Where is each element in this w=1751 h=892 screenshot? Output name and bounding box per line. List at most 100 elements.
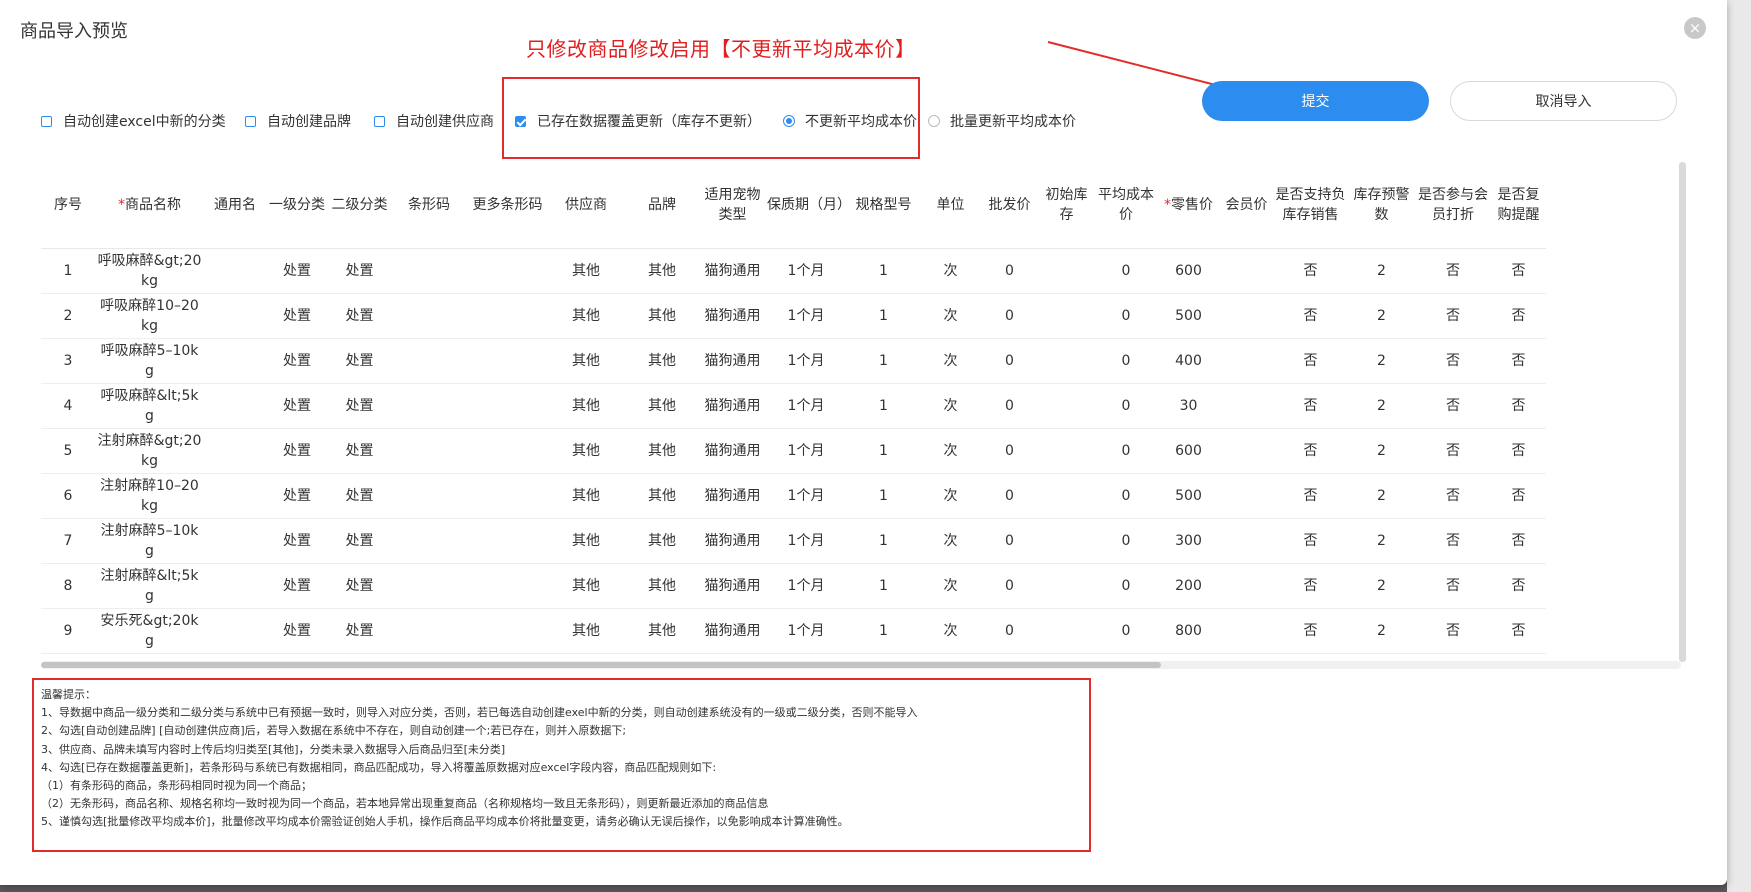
column-header-retail: *零售价 bbox=[1157, 162, 1220, 249]
cell-init_stock bbox=[1038, 563, 1095, 609]
horizontal-scrollbar[interactable] bbox=[41, 661, 1681, 669]
table-row[interactable]: 5 注射麻醉&gt;20kg 处置 处置 其他 其他 猫狗通用 1个月 1 次 0 0 600 否 2 否否 bbox=[41, 428, 1546, 474]
cell-member_disc: 否 bbox=[1415, 473, 1491, 519]
cell-barcode bbox=[391, 428, 467, 474]
cell-idx: 5 bbox=[41, 428, 95, 474]
tips-line: （2）无条形码，商品名称、规格名称均一致时视为同一个商品，若本地异常出现重复商品… bbox=[41, 797, 769, 811]
cell-warn: 2 bbox=[1348, 608, 1415, 654]
cell-retail: 500 bbox=[1157, 293, 1220, 339]
cell-repurchase: 否 bbox=[1491, 473, 1546, 519]
column-header-label: 一级分类 bbox=[269, 197, 325, 213]
checkbox-auto-supplier[interactable] bbox=[374, 115, 385, 127]
column-header-label: 适用宠物类型 bbox=[704, 187, 761, 223]
cell-supplier: 其他 bbox=[548, 338, 624, 384]
table-row[interactable]: 7 注射麻醉5–10kg 处置 处置 其他 其他 猫狗通用 1个月 1 次 0 0 300 否 2 否否 bbox=[41, 518, 1546, 564]
close-icon[interactable]: × bbox=[1684, 17, 1706, 39]
option-auto-brand[interactable]: 自动创建品牌 bbox=[245, 111, 351, 131]
cell-cat2: 处置 bbox=[328, 473, 391, 519]
column-header-member: 会员价 bbox=[1220, 162, 1273, 249]
cell-warn: 2 bbox=[1348, 248, 1415, 294]
submit-button[interactable]: 提交 bbox=[1202, 81, 1429, 121]
cell-wholesale: 0 bbox=[981, 473, 1038, 519]
cell-cat2: 处置 bbox=[328, 608, 391, 654]
annotation-text: 只修改商品修改启用【不更新平均成本价】 bbox=[526, 37, 916, 61]
cell-supplier: 其他 bbox=[548, 473, 624, 519]
checkbox-auto-brand[interactable] bbox=[245, 115, 256, 127]
cell-wholesale: 0 bbox=[981, 428, 1038, 474]
vertical-scrollbar-thumb[interactable] bbox=[1679, 162, 1686, 662]
cell-shelf_life: 1个月 bbox=[765, 473, 847, 519]
cell-barcode bbox=[391, 338, 467, 384]
cell-retail: 200 bbox=[1157, 563, 1220, 609]
cell-avg_cost: 0 bbox=[1095, 248, 1157, 294]
column-header-shelf_life: 保质期（月） bbox=[765, 162, 851, 249]
cell-retail: 600 bbox=[1157, 248, 1220, 294]
cell-warn: 2 bbox=[1348, 293, 1415, 339]
column-header-label: 序号 bbox=[54, 197, 82, 213]
option-batch-update-cost[interactable]: 批量更新平均成本价 bbox=[928, 111, 1076, 131]
cell-cat2: 处置 bbox=[328, 293, 391, 339]
tips-line: 1、导数据中商品一级分类和二级分类与系统中已有预据一致时，则导入对应分类，否则，… bbox=[41, 706, 918, 720]
table-row[interactable]: 9 安乐死&gt;20kg 处置 处置 其他 其他 猫狗通用 1个月 1 次 0 0 800 否 2 否否 bbox=[41, 608, 1546, 654]
table-row[interactable]: 4 呼吸麻醉&lt;5kg 处置 处置 其他 其他 猫狗通用 1个月 1 次 0 0 30 否 2 否否 bbox=[41, 383, 1546, 429]
option-label: 不更新平均成本价 bbox=[805, 114, 917, 130]
cell-wholesale: 0 bbox=[981, 608, 1038, 654]
cell-pet_type: 猫狗通用 bbox=[700, 428, 765, 474]
option-label: 批量更新平均成本价 bbox=[950, 114, 1076, 130]
cell-retail: 800 bbox=[1157, 608, 1220, 654]
cell-unit: 次 bbox=[920, 248, 981, 294]
table-row[interactable]: 3 呼吸麻醉5–10kg 处置 处置 其他 其他 猫狗通用 1个月 1 次 0 0 400 否 2 否否 bbox=[41, 338, 1546, 384]
cell-warn: 2 bbox=[1348, 563, 1415, 609]
option-no-update-cost[interactable]: 不更新平均成本价 bbox=[783, 111, 917, 131]
radio-no-update-cost[interactable] bbox=[783, 115, 795, 127]
option-auto-category[interactable]: 自动创建excel中新的分类 bbox=[41, 111, 226, 131]
cell-init_stock bbox=[1038, 518, 1095, 564]
cell-cat2: 处置 bbox=[328, 248, 391, 294]
cell-spec: 1 bbox=[847, 428, 920, 474]
cell-name: 注射麻醉&gt;20kg bbox=[95, 428, 204, 474]
cell-neg_stock: 否 bbox=[1273, 293, 1348, 339]
checkbox-overwrite-existing[interactable] bbox=[515, 115, 526, 127]
cell-member bbox=[1220, 248, 1273, 294]
radio-batch-update-cost[interactable] bbox=[928, 115, 940, 127]
column-header-label: 品牌 bbox=[648, 197, 676, 213]
column-header-repurchase: 是否复购提醒 bbox=[1491, 162, 1546, 249]
table-row[interactable]: 1 呼吸麻醉&gt;20kg 处置 处置 其他 其他 猫狗通用 1个月 1 次 0 0 600 否 2 否否 bbox=[41, 248, 1546, 294]
checkbox-auto-category[interactable] bbox=[41, 115, 52, 127]
cell-avg_cost: 0 bbox=[1095, 428, 1157, 474]
cell-name: 注射麻醉5–10kg bbox=[95, 518, 204, 564]
column-header-pet_type: 适用宠物类型 bbox=[700, 162, 765, 249]
vertical-scrollbar[interactable] bbox=[1679, 162, 1686, 662]
cancel-import-button[interactable]: 取消导入 bbox=[1450, 81, 1677, 121]
cell-avg_cost: 0 bbox=[1095, 608, 1157, 654]
preview-table-container[interactable]: 序号 *商品名称 通用名 一级分类 二级分类 条形码 更多条形码 供应商 品牌 适用宠物类型 保质期… bbox=[41, 162, 1681, 664]
cell-init_stock bbox=[1038, 248, 1095, 294]
cell-idx: 4 bbox=[41, 383, 95, 429]
horizontal-scrollbar-thumb[interactable] bbox=[41, 662, 1161, 668]
cell-wholesale: 0 bbox=[981, 293, 1038, 339]
cell-unit: 次 bbox=[920, 518, 981, 564]
option-auto-supplier[interactable]: 自动创建供应商 bbox=[374, 111, 494, 131]
table-header-row: 序号 *商品名称 通用名 一级分类 二级分类 条形码 更多条形码 供应商 品牌 适用宠物类型 保质期… bbox=[41, 162, 1546, 249]
table-row[interactable]: 8 注射麻醉&lt;5kg 处置 处置 其他 其他 猫狗通用 1个月 1 次 0 0 200 否 2 否否 bbox=[41, 563, 1546, 609]
cell-idx: 8 bbox=[41, 563, 95, 609]
cell-neg_stock: 否 bbox=[1273, 518, 1348, 564]
cell-pet_type: 猫狗通用 bbox=[700, 608, 765, 654]
column-header-label: 条形码 bbox=[408, 197, 450, 213]
cell-cat1: 处置 bbox=[266, 428, 328, 474]
cell-common bbox=[204, 293, 266, 339]
cell-avg_cost: 0 bbox=[1095, 473, 1157, 519]
cell-cat1: 处置 bbox=[266, 518, 328, 564]
column-header-label: 单位 bbox=[936, 197, 965, 213]
cell-more_barcode bbox=[467, 383, 548, 429]
cell-neg_stock: 否 bbox=[1273, 248, 1348, 294]
cell-member_disc: 否 bbox=[1415, 608, 1491, 654]
table-row[interactable]: 6 注射麻醉10–20kg 处置 处置 其他 其他 猫狗通用 1个月 1 次 0 0 500 否 2 否否 bbox=[41, 473, 1546, 519]
table-row[interactable]: 2 呼吸麻醉10–20kg 处置 处置 其他 其他 猫狗通用 1个月 1 次 0 0 500 否 2 否否 bbox=[41, 293, 1546, 339]
cell-supplier: 其他 bbox=[548, 248, 624, 294]
cell-name: 呼吸麻醉10–20kg bbox=[95, 293, 204, 339]
preview-table: 序号 *商品名称 通用名 一级分类 二级分类 条形码 更多条形码 供应商 品牌 适用宠物类型 保质期… bbox=[41, 162, 1546, 654]
option-overwrite-existing[interactable]: 已存在数据覆盖更新（库存不更新） bbox=[515, 111, 761, 131]
option-label: 自动创建品牌 bbox=[267, 114, 351, 130]
cell-barcode bbox=[391, 248, 467, 294]
